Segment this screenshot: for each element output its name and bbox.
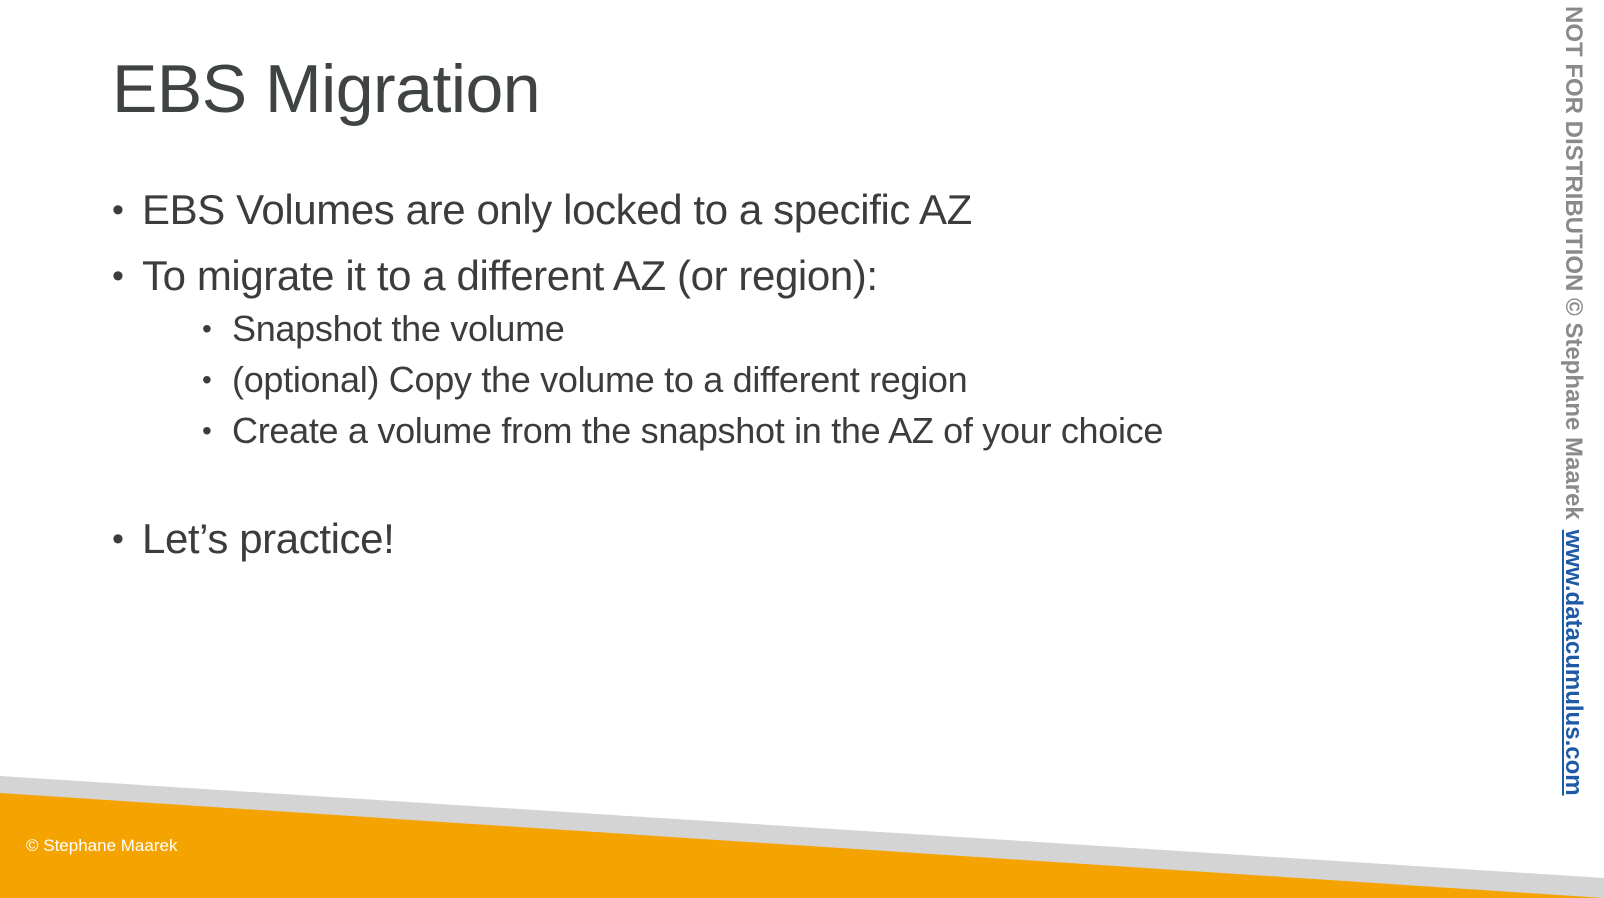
- vertical-watermark: NOT FOR DISTRIBUTION © Stephane Maarek ww…: [1553, 0, 1593, 898]
- bullet-item: Let’s practice!: [112, 514, 1163, 564]
- sub-bullet-list: Snapshot the volume (optional) Copy the …: [202, 303, 1163, 456]
- sub-bullet-item: Create a volume from the snapshot in the…: [202, 405, 1163, 456]
- footer-orange-band: [0, 793, 1604, 898]
- slide-title: EBS Migration: [112, 51, 541, 127]
- watermark-notice: NOT FOR DISTRIBUTION © Stephane Maarek: [1560, 6, 1587, 520]
- footer-copyright: © Stephane Maarek: [26, 836, 178, 855]
- footer-shadow-band: [0, 776, 1604, 898]
- bullet-list: EBS Volumes are only locked to a specifi…: [112, 185, 1163, 564]
- bullet-item: EBS Volumes are only locked to a specifi…: [112, 185, 1163, 235]
- bullet-text: To migrate it to a different AZ (or regi…: [142, 252, 878, 299]
- sub-bullet-item: Snapshot the volume: [202, 303, 1163, 354]
- slide: EBS Migration EBS Volumes are only locke…: [0, 0, 1604, 898]
- watermark-link[interactable]: www.datacumulus.com: [1560, 530, 1587, 796]
- bullet-item-with-subitems: To migrate it to a different AZ (or regi…: [112, 251, 1163, 456]
- sub-bullet-item: (optional) Copy the volume to a differen…: [202, 354, 1163, 405]
